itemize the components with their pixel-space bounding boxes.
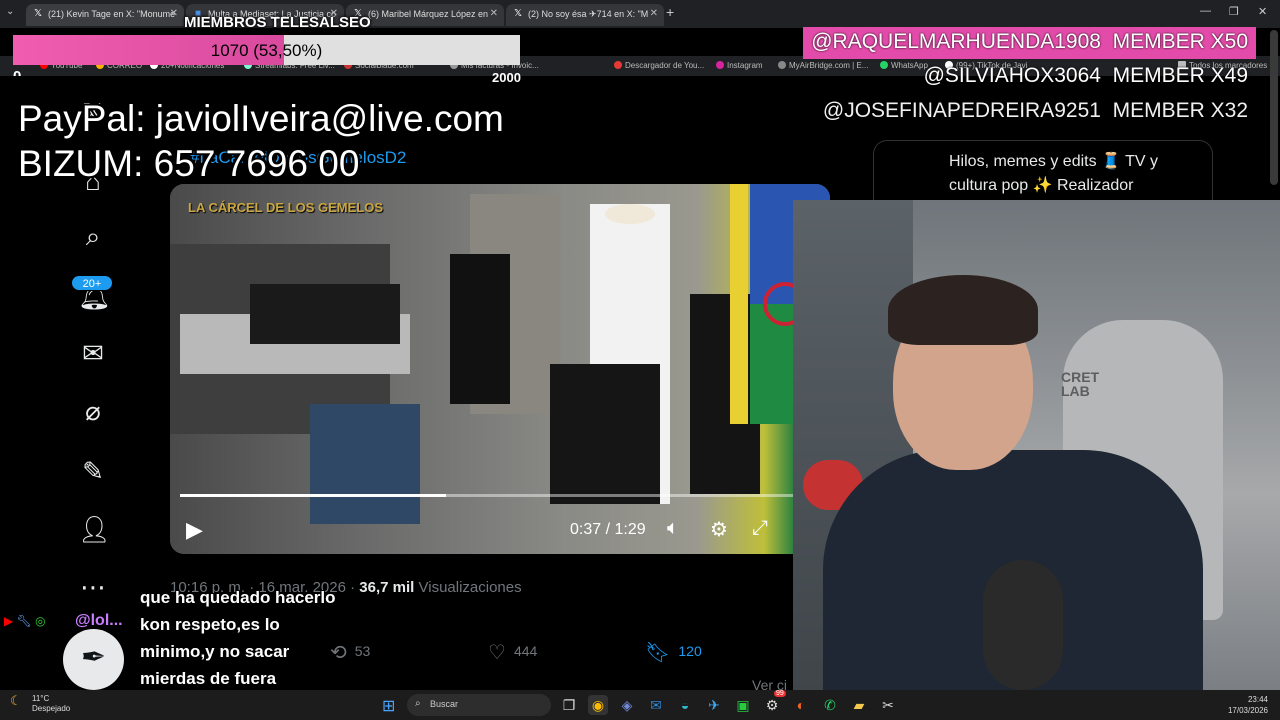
microphone	[983, 560, 1063, 690]
bookmark-item[interactable]: Instagram	[716, 61, 763, 70]
close-tab-icon[interactable]: ✕	[170, 8, 178, 19]
settings-gear-icon[interactable]: ⚙	[710, 517, 728, 542]
goal-progress-bar: 1070 (53,50%)	[13, 35, 520, 65]
webcam-feed: CRET LAB	[793, 200, 1280, 690]
heart-icon: ♡	[488, 642, 506, 664]
restore-icon[interactable]: ❐	[1229, 5, 1239, 18]
instagram-icon	[716, 61, 724, 69]
whatsapp-icon	[880, 61, 888, 69]
member-badge-icon: ◎	[35, 614, 46, 628]
system-clock[interactable]: 23:44 17/03/2026	[1228, 694, 1268, 716]
bookmark-icon: 🔖︎	[645, 642, 671, 664]
youtube-icon: ▶	[4, 614, 14, 628]
fullscreen-icon[interactable]: ⤢	[752, 517, 768, 540]
windows-start-icon[interactable]: ⊞	[382, 696, 395, 716]
airbridge-icon	[778, 61, 786, 69]
moon-icon: ☾	[10, 693, 22, 708]
task-view-icon[interactable]: ❐	[559, 695, 579, 715]
lists-icon[interactable]: ✎	[78, 456, 108, 486]
feather-icon: ✒	[80, 641, 107, 674]
search-placeholder: Buscar	[430, 699, 459, 709]
goal-progress-text: 1070 (53,50%)	[210, 41, 323, 60]
snipping-tool-icon[interactable]: ✂	[878, 695, 898, 715]
clock-date: 17/03/2026	[1227, 706, 1268, 715]
close-tab-icon[interactable]: ✕	[490, 8, 498, 19]
goal-title: MIEMBROS TELESALSEO	[184, 14, 371, 31]
video-progress-fill	[180, 494, 447, 497]
retweet-count: 53	[354, 643, 371, 659]
bookmark-item[interactable]: WhatsApp	[880, 61, 928, 70]
mail-icon[interactable]: ✉	[78, 338, 108, 368]
profile-icon[interactable]: 👤︎	[78, 514, 111, 544]
discord-icon[interactable]: ◈	[617, 695, 637, 715]
app-badge: 99	[774, 690, 786, 697]
grok-icon[interactable]: ⌀	[78, 396, 108, 426]
bookmark-count: 120	[678, 643, 702, 659]
x-logo-icon: 𝕏	[33, 8, 43, 19]
search-icon: ⌕	[415, 698, 421, 709]
whatsapp-icon[interactable]: ✆	[820, 695, 840, 715]
new-tab-button[interactable]: +	[666, 4, 674, 20]
video-scene-image	[170, 184, 830, 524]
weather-widget[interactable]: ☾ 11°C Despejado	[10, 694, 70, 714]
video-time: 0:37 / 1:29	[570, 521, 646, 538]
browser-tab[interactable]: 𝕏 (21) Kevin Tage en X: "Monume ✕	[26, 4, 184, 26]
play-icon[interactable]: ▶	[186, 517, 203, 543]
bookmark-button[interactable]: 🔖︎ 120	[645, 640, 702, 665]
page-scrollbar[interactable]	[1270, 30, 1278, 185]
volume-icon[interactable]: 🔈︎	[667, 517, 679, 540]
paypal-text: PayPal: javiolIveira@live.com	[18, 98, 504, 139]
chrome-icon[interactable]: ◉	[588, 695, 608, 715]
compose-post-button[interactable]: ✒	[63, 629, 124, 690]
wrench-icon: 🔧︎	[16, 614, 32, 628]
feather-app-icon[interactable]: ✈	[704, 695, 724, 715]
like-button[interactable]: ♡ 444	[488, 640, 537, 665]
member-entry: @SILVIAHOX3064 MEMBER X49	[923, 64, 1248, 87]
video-progress-track[interactable]	[180, 494, 820, 497]
member-entry: @RAQUELMARHUENDA1908 MEMBER X50	[803, 27, 1256, 59]
video-player[interactable]: LA CÁRCEL DE LOS GEMELOS ▶ 0:37 / 1:29 🔈…	[170, 184, 830, 554]
goal-max: 2000	[492, 70, 521, 85]
search-icon[interactable]: ⌕	[78, 221, 108, 251]
mail-app-icon[interactable]: ✉	[646, 695, 666, 715]
views-label: Visualizaciones	[418, 579, 522, 596]
bookmark-item[interactable]: MyAirBridge.com | E...	[778, 61, 868, 70]
tab-label: (21) Kevin Tage en X: "Monume	[48, 9, 176, 19]
browser-tab[interactable]: 𝕏 (2) No soy ésa ✈714 en X: "M ✕	[506, 4, 664, 26]
firefox-icon[interactable]: ◐	[791, 695, 811, 715]
file-explorer-icon[interactable]: ▰	[849, 695, 869, 715]
settings-icon[interactable]: ⚙	[762, 695, 782, 715]
taskbar-search[interactable]: ⌕ Buscar	[407, 694, 551, 716]
close-window-icon[interactable]: ✕	[1258, 5, 1267, 18]
chat-badges: ▶ 🔧︎ ◎	[4, 614, 46, 628]
streamer-hair	[888, 275, 1038, 345]
notifications-badge: 20+	[71, 275, 113, 291]
download-icon	[614, 61, 622, 69]
clock-time: 23:44	[1247, 695, 1268, 704]
tab-label: (2) No soy ésa ✈714 en X: "M	[528, 9, 649, 19]
more-icon[interactable]: ⋯	[78, 572, 108, 602]
profile-bio: Hilos, memes y edits 🧵 TV y cultura pop …	[949, 153, 1159, 194]
bizum-text: BIZUM: 657 7696 00	[18, 143, 360, 184]
show-logo: LA CÁRCEL DE LOS GEMELOS	[188, 200, 384, 215]
bookmark-item[interactable]: Descargador de You...	[614, 61, 704, 70]
tab-label: (6) Maribel Márquez López en	[368, 9, 489, 19]
windows-taskbar: ☾ 11°C Despejado ⊞ ⌕ Buscar ❐ ◉ ◈ ✉ ◒ ✈ …	[0, 690, 1280, 720]
chair-logo: CRET LAB	[1061, 369, 1100, 399]
chat-username: @lol...	[75, 612, 123, 629]
x-logo-icon: 𝕏	[513, 8, 523, 19]
view-count: 36,7 mil	[359, 579, 415, 596]
close-tab-icon[interactable]: ✕	[650, 8, 658, 19]
chat-message: que ha quedado hacerlo kon respeto,es lo…	[140, 588, 336, 688]
tab-search-icon[interactable]: ⌄	[6, 6, 14, 17]
video-frame: LA CÁRCEL DE LOS GEMELOS	[170, 184, 830, 554]
camtasia-icon[interactable]: ▣	[733, 695, 753, 715]
like-count: 444	[513, 643, 538, 659]
member-entry: @JOSEFINAPEDREIRA9251 MEMBER X32	[822, 99, 1248, 122]
edge-icon[interactable]: ◒	[675, 695, 695, 715]
minimize-icon[interactable]: —	[1200, 5, 1211, 17]
